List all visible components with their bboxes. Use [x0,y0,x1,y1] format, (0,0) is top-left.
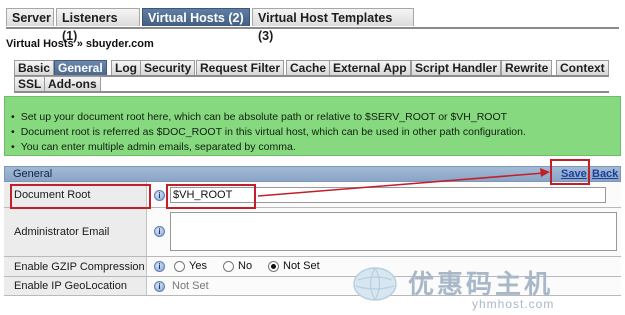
watermark-text: 优惠码主机 [408,270,554,300]
watermark: 优惠码主机 yhmhost.com [352,264,622,312]
arrow-line [257,172,545,197]
watermark-globe-icon [353,267,397,301]
arrow-head [540,168,550,177]
watermark-url: yhmhost.com [472,297,555,311]
